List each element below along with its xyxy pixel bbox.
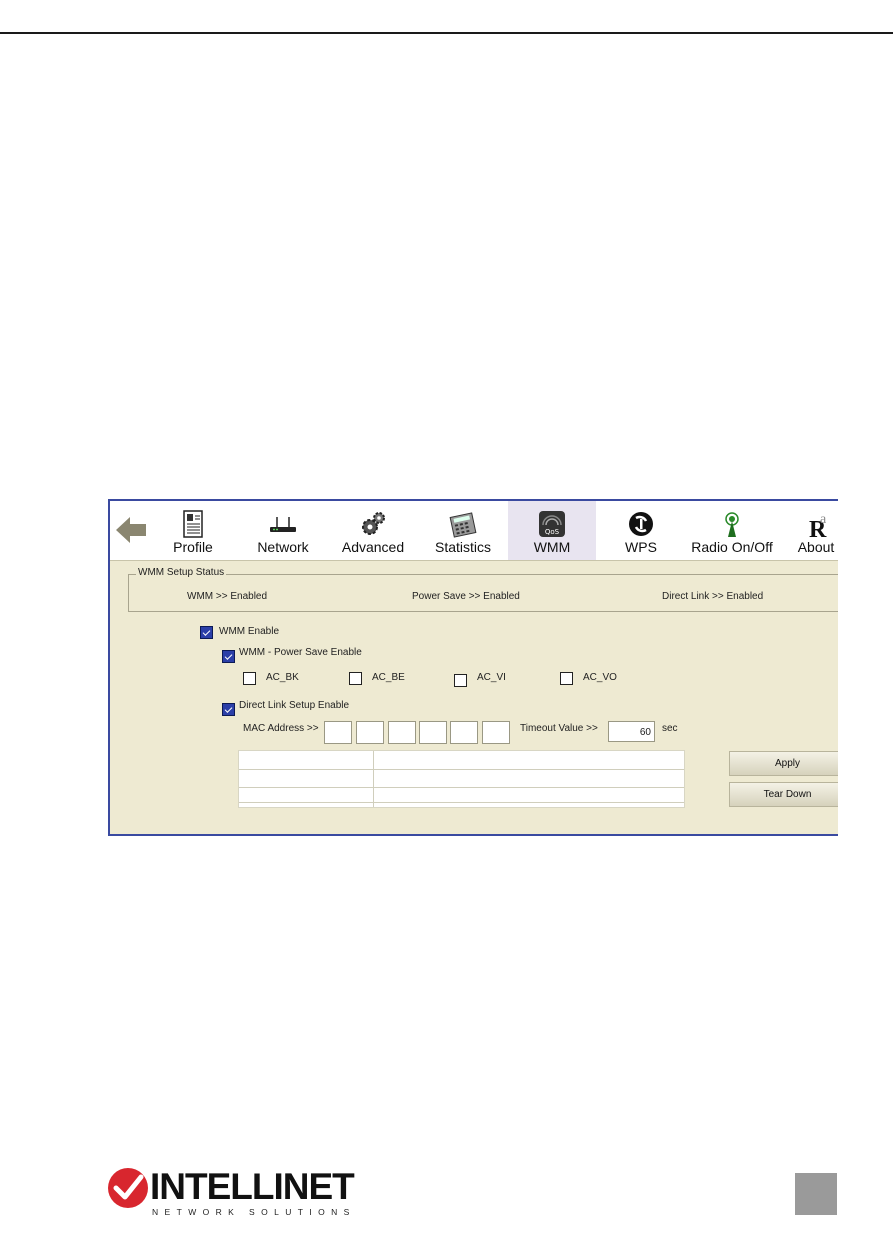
brand-name: INTELLINET xyxy=(150,1166,355,1207)
table-row-divider xyxy=(239,787,684,788)
ac-be-checkbox[interactable] xyxy=(349,672,362,685)
svg-text:a: a xyxy=(820,512,827,527)
mac-octet-5-input[interactable] xyxy=(450,721,478,744)
mac-address-label: MAC Address >> xyxy=(243,723,319,734)
toolbar-statistics[interactable]: Statistics xyxy=(420,501,506,560)
apply-button[interactable]: Apply xyxy=(729,751,838,776)
toolbar-about[interactable]: R a About xyxy=(786,501,838,560)
toolbar-label: Radio On/Off xyxy=(691,539,773,555)
toolbar-label: About xyxy=(797,539,835,555)
qos-icon: QoS xyxy=(539,511,565,537)
toolbar-label: Advanced xyxy=(341,539,405,555)
brand-tagline: NETWORK SOLUTIONS xyxy=(152,1207,356,1217)
toolbar-label: Network xyxy=(257,539,309,555)
wmm-enable-label: WMM Enable xyxy=(219,626,280,637)
direct-link-table[interactable] xyxy=(238,750,685,808)
status-direct-link: Direct Link >> Enabled xyxy=(662,591,764,602)
status-power-save: Power Save >> Enabled xyxy=(412,591,520,602)
power-save-enable-checkbox[interactable] xyxy=(222,650,235,663)
calculator-icon xyxy=(449,512,477,538)
toolbar-network[interactable]: Network xyxy=(240,501,326,560)
toolbar-wmm[interactable]: QoS WMM xyxy=(508,501,596,560)
mac-octet-6-input[interactable] xyxy=(482,721,510,744)
toolbar-label: Profile xyxy=(173,539,213,555)
toolbar-label: Statistics xyxy=(434,539,491,555)
ac-be-label: AC_BE xyxy=(372,672,405,683)
toolbar-profile[interactable]: Profile xyxy=(152,501,234,560)
intellinet-check-logo-icon xyxy=(108,1168,148,1208)
timeout-label: Timeout Value >> xyxy=(520,723,598,734)
svg-text:QoS: QoS xyxy=(545,528,560,536)
toolbar-label: WPS xyxy=(625,539,657,555)
mac-octet-1-input[interactable] xyxy=(324,721,352,744)
power-save-enable-label: WMM - Power Save Enable xyxy=(239,647,362,658)
timeout-unit: sec xyxy=(662,723,678,734)
ac-vo-label: AC_VO xyxy=(583,672,617,683)
mac-octet-4-input[interactable] xyxy=(419,721,447,744)
mac-octet-2-input[interactable] xyxy=(356,721,384,744)
page-number-box xyxy=(795,1173,837,1215)
gears-icon xyxy=(362,512,385,535)
toolbar-advanced[interactable]: Advanced xyxy=(330,501,416,560)
ac-bk-checkbox[interactable] xyxy=(243,672,256,685)
wps-icon xyxy=(629,512,653,536)
tear-down-button[interactable]: Tear Down xyxy=(729,782,838,807)
mac-octet-3-input[interactable] xyxy=(388,721,416,744)
ac-vi-checkbox[interactable] xyxy=(454,674,467,687)
direct-link-enable-label: Direct Link Setup Enable xyxy=(239,700,350,711)
toolbar-radio-onoff[interactable]: Radio On/Off xyxy=(684,501,780,560)
status-group-title: WMM Setup Status xyxy=(136,567,227,578)
timeout-input[interactable]: 60 xyxy=(608,721,655,742)
profile-icon xyxy=(183,510,203,538)
ac-vo-checkbox[interactable] xyxy=(560,672,573,685)
antenna-icon xyxy=(725,512,739,537)
header-rule xyxy=(0,32,893,34)
ac-bk-label: AC_BK xyxy=(266,672,299,683)
back-arrow-icon[interactable] xyxy=(114,515,148,545)
direct-link-enable-checkbox[interactable] xyxy=(222,703,235,716)
table-row-divider xyxy=(239,802,684,803)
ac-vi-label: AC_VI xyxy=(477,672,506,683)
ralink-icon: R a xyxy=(809,512,827,539)
toolbar-label: WMM xyxy=(533,539,571,555)
router-icon xyxy=(270,517,296,532)
table-row-divider xyxy=(239,769,684,770)
table-column-divider xyxy=(373,751,374,807)
utility-window: Profile Network Advanced Statistics QoS … xyxy=(108,499,838,836)
wmm-enable-checkbox[interactable] xyxy=(200,626,213,639)
status-wmm: WMM >> Enabled xyxy=(187,591,268,602)
toolbar-wps[interactable]: WPS xyxy=(598,501,684,560)
toolbar: Profile Network Advanced Statistics QoS … xyxy=(110,501,838,561)
